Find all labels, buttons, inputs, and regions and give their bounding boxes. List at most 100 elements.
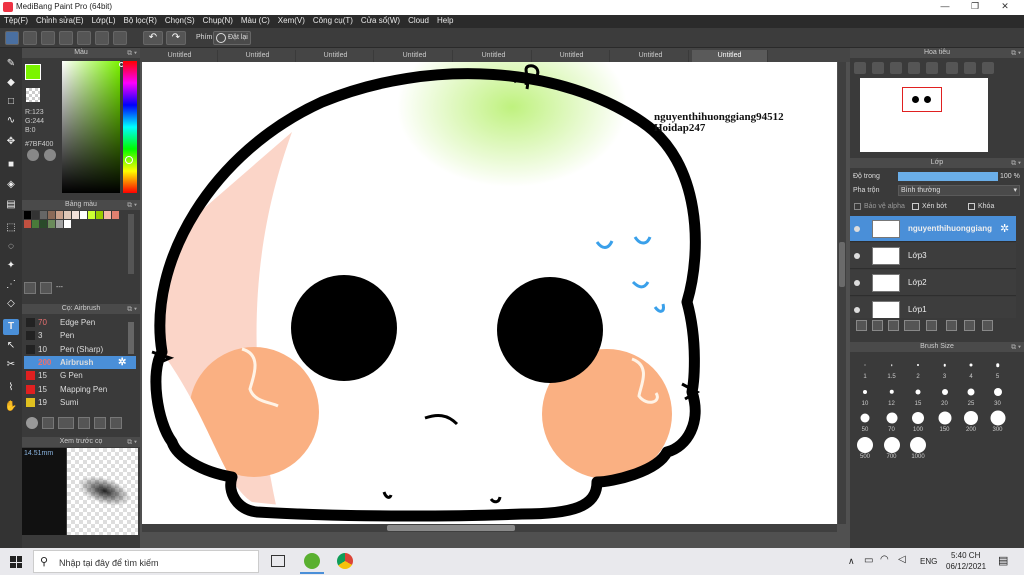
windows-start-icon[interactable] <box>10 556 22 568</box>
menu-tools[interactable]: Công cụ(T) <box>309 15 357 25</box>
brush-list-item[interactable]: 70 Edge Pen <box>24 316 136 329</box>
layer-row[interactable]: Lớp2 <box>850 270 1016 296</box>
brush-folder-icon[interactable] <box>94 417 106 429</box>
horizontal-scroll-thumb[interactable] <box>387 525 515 531</box>
zoom-out-icon[interactable] <box>872 62 884 74</box>
doc-tab[interactable]: Untitled <box>613 50 689 62</box>
notification-icon[interactable]: ▤ <box>998 554 1008 567</box>
brush-size-option[interactable]: 300 <box>985 407 1011 433</box>
palette-swatch[interactable] <box>56 211 63 219</box>
clock-time[interactable]: 5:40 CH <box>951 551 980 560</box>
palette-swatch[interactable] <box>72 211 79 219</box>
brush-size-option[interactable]: 4 <box>958 354 984 380</box>
merge-layer-icon[interactable] <box>964 320 975 331</box>
brush-size-option[interactable]: 1000 <box>905 434 931 460</box>
menu-edit[interactable]: Chỉnh sửa(E) <box>32 15 88 25</box>
eye-icon[interactable] <box>854 307 860 313</box>
brush-size-option[interactable]: 25 <box>958 381 984 407</box>
text-tool-icon[interactable]: T <box>3 319 19 335</box>
menu-help[interactable]: Help <box>433 15 457 25</box>
color-wheel-icon[interactable] <box>27 149 39 161</box>
navigator-thumbnail[interactable] <box>860 78 988 152</box>
brush-size-option[interactable]: 500 <box>852 434 878 460</box>
palette-swatch[interactable] <box>64 211 71 219</box>
redo-icon[interactable]: ↷ <box>166 31 186 45</box>
palette-swatch[interactable] <box>96 211 103 219</box>
brush-size-option[interactable]: 30 <box>985 381 1011 407</box>
brush-list-item[interactable]: 15 G Pen <box>24 369 136 382</box>
brush-copy-icon[interactable] <box>58 417 74 429</box>
folder-icon[interactable] <box>926 320 937 331</box>
brush-duplicate-icon[interactable] <box>110 417 122 429</box>
select-eraser-icon[interactable]: ◇ <box>3 296 19 312</box>
save-icon[interactable] <box>77 31 91 45</box>
network-icon[interactable]: ▭ <box>864 555 873 566</box>
brush-size-option[interactable]: 3 <box>932 354 958 380</box>
select-pen-icon[interactable]: ⋰ <box>3 277 19 293</box>
brush-size-option[interactable]: 10 <box>852 381 878 407</box>
flip-icon[interactable] <box>964 62 976 74</box>
lasso-tool-icon[interactable]: ◌ <box>3 239 19 255</box>
panel-menu-icon[interactable]: ⧉ ▾ <box>1011 343 1021 353</box>
task-view-icon[interactable] <box>271 555 285 567</box>
foreground-color-swatch[interactable] <box>25 64 41 80</box>
new-palette-icon[interactable] <box>24 282 36 294</box>
brush-list-item[interactable]: 15 Mapping Pen <box>24 383 136 396</box>
brush-size-option[interactable]: 200 <box>958 407 984 433</box>
panel-menu-icon[interactable]: ⧉ ▾ <box>127 201 137 211</box>
rectangle-tool-icon[interactable]: □ <box>3 94 19 110</box>
reset-button[interactable]: Đặt lại <box>213 31 251 45</box>
menu-select[interactable]: Chọn(S) <box>161 15 199 25</box>
volume-icon[interactable]: ◁ <box>898 554 906 565</box>
cloud-icon[interactable] <box>5 31 19 45</box>
dot-tool-icon[interactable]: ∿ <box>3 113 19 129</box>
clip-checkbox[interactable] <box>912 203 919 210</box>
minimize-button[interactable]: — <box>935 1 955 13</box>
new-layer-icon[interactable] <box>872 320 883 331</box>
new-layer-icon[interactable] <box>856 320 867 331</box>
delete-layer-icon[interactable] <box>982 320 993 331</box>
chrome-taskbar-icon[interactable] <box>337 553 353 569</box>
taskbar-search-box[interactable]: ⚲ Nhập tại đây để tìm kiếm <box>33 550 259 573</box>
navigator-viewport[interactable] <box>902 87 942 112</box>
brush-tool-icon[interactable]: ✎ <box>3 56 19 72</box>
menu-view[interactable]: Xem(V) <box>274 15 309 25</box>
brush-size-option[interactable]: 1 <box>852 354 878 380</box>
menu-snap[interactable]: Chụp(N) <box>199 15 237 25</box>
zoom-in-icon[interactable] <box>854 62 866 74</box>
medibang-taskbar-icon[interactable] <box>304 553 320 569</box>
brush-scrollbar[interactable] <box>128 322 134 354</box>
palette-swatch[interactable] <box>40 220 47 228</box>
brush-size-option[interactable]: 12 <box>879 381 905 407</box>
brush-settings-icon[interactable] <box>26 417 38 429</box>
rotate-right-icon[interactable] <box>946 62 958 74</box>
protect-alpha-checkbox[interactable] <box>854 203 861 210</box>
close-button[interactable]: ✕ <box>995 1 1015 13</box>
doc-tab[interactable]: Untitled <box>534 50 610 62</box>
eraser-tool-icon[interactable]: ◆ <box>3 75 19 91</box>
doc-tab[interactable]: Untitled <box>456 50 532 62</box>
opacity-slider[interactable] <box>898 172 998 181</box>
fit-icon[interactable] <box>890 62 902 74</box>
operation-tool-icon[interactable]: ↖ <box>3 338 19 354</box>
reset-view-icon[interactable] <box>982 62 994 74</box>
eye-icon[interactable] <box>854 226 860 232</box>
panel-menu-icon[interactable]: ⧉ ▾ <box>1011 49 1021 59</box>
upload-icon[interactable] <box>23 31 37 45</box>
brush-size-option[interactable]: 700 <box>879 434 905 460</box>
chevron-up-icon[interactable]: ∧ <box>848 556 855 567</box>
palette-scrollbar[interactable] <box>128 214 134 274</box>
vertical-scrollbar[interactable] <box>838 62 846 524</box>
chat-icon[interactable] <box>41 31 55 45</box>
fill-rect-tool-icon[interactable]: ■ <box>3 157 19 173</box>
panel-menu-icon[interactable]: ⧉ ▾ <box>127 49 137 59</box>
language-indicator[interactable]: ENG <box>920 557 937 566</box>
clock-date[interactable]: 06/12/2021 <box>946 562 986 571</box>
blend-mode-select[interactable]: Bình thường ▾ <box>898 185 1020 196</box>
layer-scrollbar[interactable] <box>1016 216 1023 326</box>
select-tool-icon[interactable]: ⬚ <box>3 220 19 236</box>
brush-size-option[interactable]: 20 <box>932 381 958 407</box>
lock-checkbox[interactable] <box>968 203 975 210</box>
doc-tab[interactable]: Untitled <box>298 50 374 62</box>
palette-swatch[interactable] <box>64 220 71 228</box>
